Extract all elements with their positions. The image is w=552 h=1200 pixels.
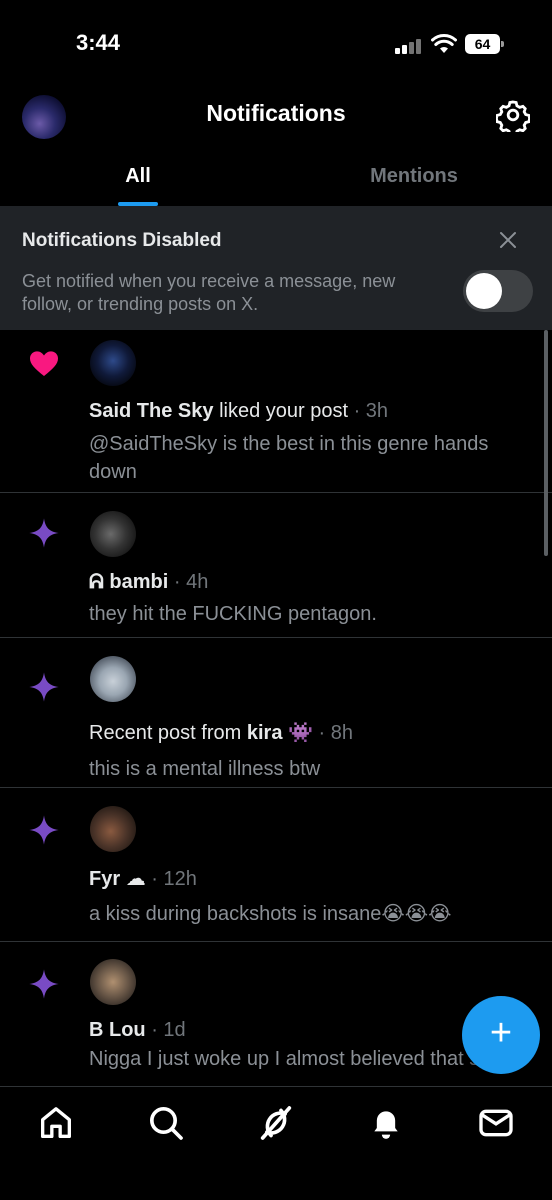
notifications-toggle[interactable] bbox=[463, 270, 533, 312]
battery-level: 64 bbox=[465, 34, 500, 54]
notification-prefix: Recent post from bbox=[89, 722, 242, 744]
notification-action: liked your post bbox=[219, 400, 349, 422]
tab-bar: All Mentions bbox=[0, 150, 552, 206]
status-time: 3:44 bbox=[76, 30, 121, 55]
user-emoji: ☁ bbox=[125, 868, 146, 890]
notification-text: @SaidTheSky is the best in this genre ha… bbox=[89, 433, 489, 483]
notification-time: · 1d bbox=[151, 1019, 186, 1041]
mail-icon[interactable] bbox=[476, 1103, 516, 1143]
avatar[interactable] bbox=[90, 806, 136, 852]
user-name[interactable]: ᕱ bambi bbox=[89, 571, 168, 593]
notification-item[interactable]: ᕱ bambi · 4h they hit the FUCKING pentag… bbox=[0, 493, 552, 638]
sparkle-icon bbox=[29, 815, 59, 845]
notification-text: they hit the FUCKING pentagon. bbox=[89, 603, 377, 625]
sparkle-icon bbox=[29, 672, 59, 702]
avatar[interactable] bbox=[90, 656, 136, 702]
notification-item[interactable]: Fyr ☁ · 12h a kiss during backshots is i… bbox=[0, 788, 552, 942]
bell-icon[interactable] bbox=[366, 1103, 406, 1143]
notifications-feed: Said The Sky liked your post · 3h @SaidT… bbox=[0, 330, 552, 1086]
tab-all[interactable]: All bbox=[0, 150, 276, 206]
gear-icon[interactable] bbox=[496, 98, 530, 132]
sparkle-icon bbox=[29, 969, 59, 999]
toggle-knob bbox=[466, 273, 502, 309]
status-bar: 3:44 64 bbox=[0, 0, 552, 90]
banner-description: Get notified when you receive a message,… bbox=[22, 271, 396, 314]
signal-icon bbox=[395, 38, 423, 54]
tab-mentions[interactable]: Mentions bbox=[276, 150, 552, 206]
bottom-nav bbox=[0, 1086, 552, 1200]
banner-title: Notifications Disabled bbox=[22, 230, 222, 251]
notification-headline: Recent post from kira 👾 · 8h bbox=[89, 720, 353, 745]
plus-icon: + bbox=[489, 1012, 513, 1054]
grok-icon[interactable] bbox=[256, 1103, 296, 1143]
notification-time: · 4h bbox=[173, 571, 209, 593]
page-title: Notifications bbox=[206, 100, 346, 126]
heart-icon bbox=[30, 351, 58, 376]
notification-headline: ᕱ bambi · 4h bbox=[89, 571, 208, 594]
notification-text: a kiss during backshots is insane😭😭😭 bbox=[89, 903, 452, 925]
notification-headline: Said The Sky liked your post · 3h bbox=[89, 400, 388, 423]
notification-headline: B Lou · 1d bbox=[89, 1019, 186, 1042]
wifi-icon bbox=[431, 34, 457, 53]
notification-time: · 12h bbox=[151, 868, 197, 890]
user-name[interactable]: Fyr bbox=[89, 868, 120, 890]
feed-scrollbar[interactable] bbox=[544, 330, 548, 556]
avatar[interactable] bbox=[90, 340, 136, 386]
sparkle-icon bbox=[29, 518, 59, 548]
user-name[interactable]: Said The Sky bbox=[89, 400, 214, 422]
user-name[interactable]: kira bbox=[247, 722, 283, 744]
notification-item[interactable]: Said The Sky liked your post · 3h @SaidT… bbox=[0, 330, 552, 493]
battery-icon: 64 bbox=[465, 34, 505, 54]
notification-text: this is a mental illness btw bbox=[89, 758, 321, 780]
search-icon[interactable] bbox=[146, 1103, 186, 1143]
compose-button[interactable]: + bbox=[462, 996, 540, 1074]
close-icon[interactable] bbox=[496, 228, 520, 252]
notification-time: · 8h bbox=[318, 722, 353, 744]
notification-item[interactable]: Recent post from kira 👾 · 8h this is a m… bbox=[0, 638, 552, 788]
notifications-disabled-banner: Notifications Disabled Get notified when… bbox=[0, 206, 552, 330]
avatar[interactable] bbox=[90, 959, 136, 1005]
avatar[interactable] bbox=[90, 511, 136, 557]
home-icon[interactable] bbox=[36, 1103, 76, 1143]
user-name[interactable]: B Lou bbox=[89, 1019, 146, 1041]
notification-time: · 3h bbox=[353, 400, 389, 422]
notification-headline: Fyr ☁ · 12h bbox=[89, 866, 197, 891]
user-emoji: 👾 bbox=[288, 722, 313, 744]
